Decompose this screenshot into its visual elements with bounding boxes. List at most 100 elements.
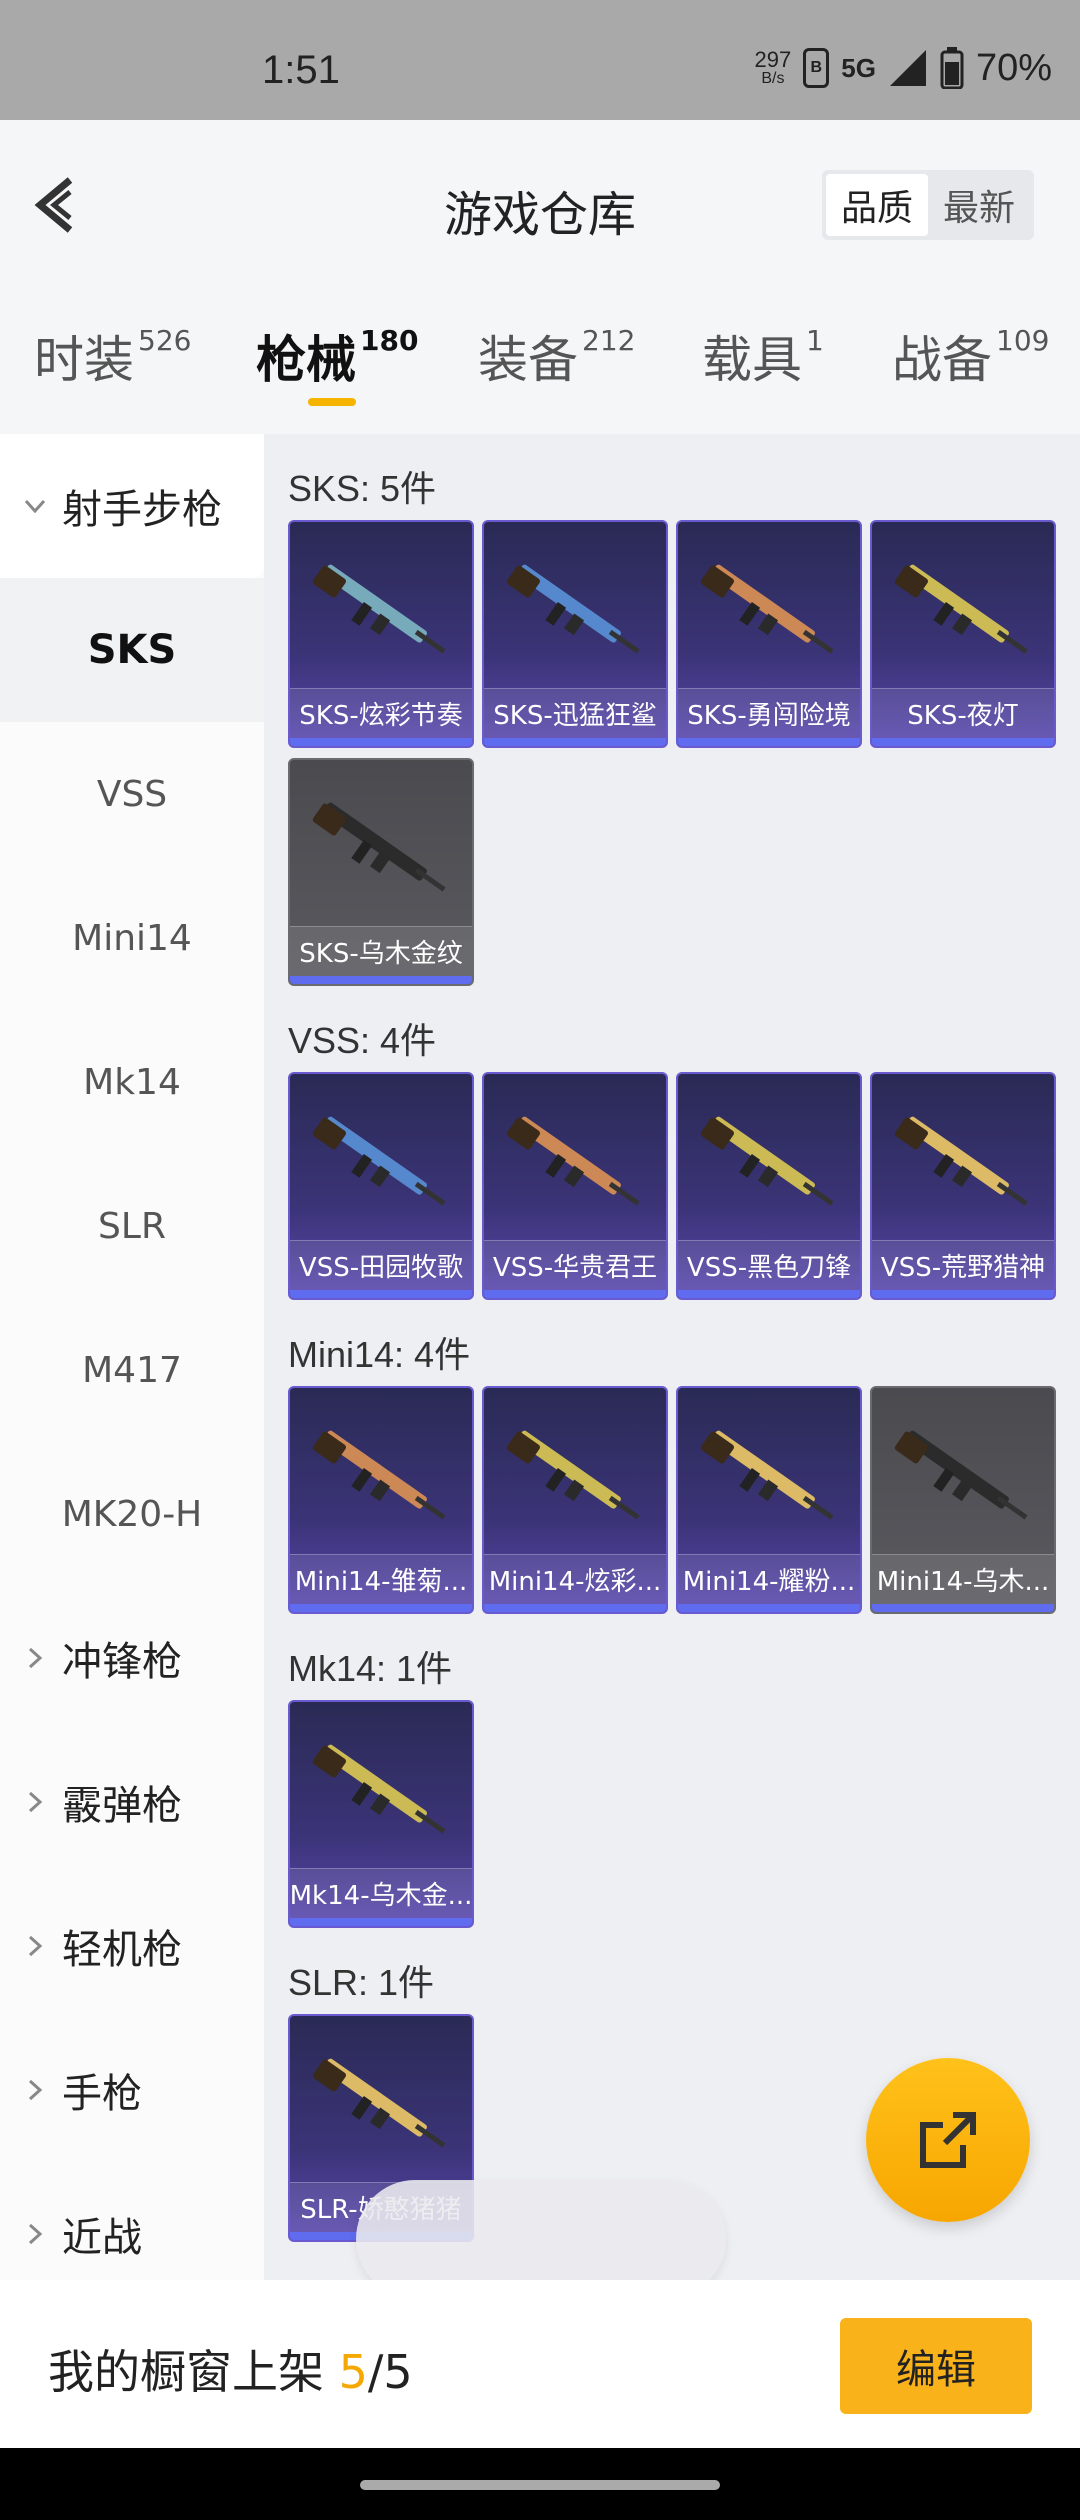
weapon-skin-grid: SKS: 5件 SKS-炫彩节奏 SKS-迅猛狂鲨 SKS-勇闯险境 SKS-夜灯 SKS…: [264, 434, 1080, 2280]
sidebar-group-shotgun[interactable]: 霰弹枪: [0, 1730, 264, 1874]
rarity-bar: [290, 1918, 472, 1926]
sort-toggle: 品质 最新: [822, 170, 1034, 240]
sidebar-group-label: 轻机枪: [62, 1927, 182, 1973]
skin-name: SKS-乌木金纹: [290, 926, 472, 976]
skin-name: SKS-勇闯险境: [678, 688, 860, 738]
skin-name: Mk14-乌木金...: [290, 1868, 472, 1918]
tab-label: 枪械: [256, 331, 356, 389]
tab-equipment[interactable]: 装备 212: [478, 320, 635, 392]
skin-card[interactable]: SKS-勇闯险境: [676, 520, 862, 748]
sidebar-group-label: 近战: [62, 2215, 142, 2261]
sidebar-item-mk20h[interactable]: MK20-H: [0, 1442, 264, 1586]
sort-newest-button[interactable]: 最新: [928, 174, 1030, 236]
rifle-icon: [700, 1430, 834, 1520]
skin-name: Mini14-雏菊...: [290, 1554, 472, 1604]
tab-count: 109: [996, 324, 1050, 357]
rifle-icon: [506, 1116, 640, 1206]
sidebar-group-smg[interactable]: 冲锋枪: [0, 1586, 264, 1730]
skin-card[interactable]: Mk14-乌木金...: [288, 1700, 474, 1928]
tab-count: 180: [360, 324, 419, 357]
net-speed-unit: B/s: [761, 70, 785, 87]
rarity-bar: [484, 1604, 666, 1612]
skin-name: SKS-夜灯: [872, 688, 1054, 738]
rifle-icon: [312, 802, 446, 892]
rarity-bar: [290, 976, 472, 984]
sort-quality-button[interactable]: 品质: [826, 174, 928, 236]
rifle-icon: [894, 1116, 1028, 1206]
skin-card[interactable]: VSS-荒野猎神: [870, 1072, 1056, 1300]
rifle-icon: [894, 564, 1028, 654]
sidebar-group-label: 霰弹枪: [62, 1783, 182, 1829]
sidebar-item-mini14[interactable]: Mini14: [0, 866, 264, 1010]
rifle-icon: [312, 1116, 446, 1206]
skin-card[interactable]: VSS-黑色刀锋: [676, 1072, 862, 1300]
skin-card[interactable]: Mini14-雏菊...: [288, 1386, 474, 1614]
skin-card[interactable]: Mini14-炫彩...: [482, 1386, 668, 1614]
tab-label: 载具: [702, 331, 802, 389]
skin-name: Mini14-炫彩...: [484, 1554, 666, 1604]
tab-vehicles[interactable]: 载具 1: [702, 320, 824, 392]
tab-weapons[interactable]: 枪械 180: [256, 320, 418, 392]
header: 游戏仓库 品质 最新: [0, 120, 1080, 290]
skin-card[interactable]: Mini14-乌木...: [870, 1386, 1056, 1614]
skin-card[interactable]: VSS-田园牧歌: [288, 1072, 474, 1300]
skin-name: Mini14-乌木...: [872, 1554, 1054, 1604]
rarity-bar: [872, 738, 1054, 746]
sidebar-item-sks[interactable]: SKS: [0, 578, 264, 722]
skin-card[interactable]: SKS-乌木金纹: [288, 758, 474, 986]
showcase-current: 5: [338, 2345, 368, 2399]
skin-card[interactable]: Mini14-耀粉...: [676, 1386, 862, 1614]
category-tabs: 时装 526 枪械 180 装备 212 载具 1 战备 109: [0, 320, 1080, 420]
sidebar-item-mk14[interactable]: Mk14: [0, 1010, 264, 1154]
share-icon: [920, 2112, 976, 2168]
rarity-bar: [678, 738, 860, 746]
tab-fashion[interactable]: 时装 526: [34, 320, 191, 392]
skin-card[interactable]: VSS-华贵君王: [482, 1072, 668, 1300]
rarity-bar: [484, 738, 666, 746]
edit-button[interactable]: 编辑: [840, 2318, 1032, 2414]
rifle-icon: [312, 564, 446, 654]
rarity-bar: [290, 738, 472, 746]
skin-name: Mini14-耀粉...: [678, 1554, 860, 1604]
rifle-icon: [506, 1430, 640, 1520]
rarity-bar: [678, 1290, 860, 1298]
sidebar-group-label: 手枪: [62, 2071, 142, 2117]
net-speed-value: 297: [754, 47, 792, 72]
skin-card[interactable]: SKS-炫彩节奏: [288, 520, 474, 748]
chevron-right-icon: [22, 2077, 48, 2103]
tab-combat-supplies[interactable]: 战备 109: [892, 320, 1049, 392]
sidebar-group-label: 冲锋枪: [62, 1639, 182, 1685]
tab-count: 212: [582, 324, 636, 357]
share-button[interactable]: [866, 2058, 1030, 2222]
tab-count: 526: [138, 324, 192, 357]
tab-label: 战备: [892, 331, 992, 389]
battery-icon: [940, 47, 964, 89]
skin-card[interactable]: SKS-迅猛狂鲨: [482, 520, 668, 748]
rarity-bar: [678, 1604, 860, 1612]
skin-name: VSS-黑色刀锋: [678, 1240, 860, 1290]
sidebar-group-pistol[interactable]: 手枪: [0, 2018, 264, 2162]
showcase-label: 我的橱窗上架: [48, 2345, 324, 2399]
skin-name: SKS-炫彩节奏: [290, 688, 472, 738]
rarity-bar: [872, 1290, 1054, 1298]
weapon-sidebar: 射手步枪 SKS VSS Mini14 Mk14 SLR M417 MK20-H…: [0, 434, 264, 2280]
sidebar-item-vss[interactable]: VSS: [0, 722, 264, 866]
rifle-icon: [700, 1116, 834, 1206]
gesture-handle[interactable]: [360, 2480, 720, 2490]
rifle-icon: [312, 1744, 446, 1834]
navigation-gesture-area: [0, 2448, 1080, 2520]
rifle-icon: [312, 1430, 446, 1520]
skin-name: SKS-迅猛狂鲨: [484, 688, 666, 738]
showcase-bar: 我的橱窗上架 5/5 编辑: [0, 2280, 1080, 2448]
sidebar-group-lmg[interactable]: 轻机枪: [0, 1874, 264, 2018]
battery-percent: 70%: [975, 46, 1052, 89]
skin-card[interactable]: SKS-夜灯: [870, 520, 1056, 748]
active-tab-indicator: [308, 398, 356, 406]
status-icons: 297 B/s B 5G 70%: [755, 44, 1052, 92]
showcase-total: /5: [367, 2345, 413, 2399]
sidebar-item-m417[interactable]: M417: [0, 1298, 264, 1442]
section-title: SLR: 1件: [288, 1962, 435, 2003]
sidebar-item-slr[interactable]: SLR: [0, 1154, 264, 1298]
skin-name: VSS-华贵君王: [484, 1240, 666, 1290]
sidebar-group-marksman[interactable]: 射手步枪: [0, 434, 264, 578]
